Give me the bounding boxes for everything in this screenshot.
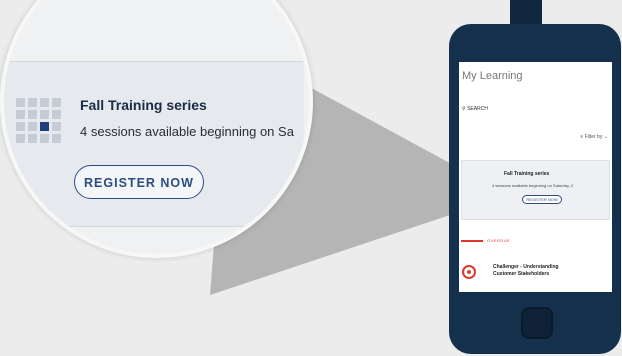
filter-dropdown[interactable]: ≡ Filter by ⌄ xyxy=(580,134,608,140)
course-title[interactable]: Challenger - Understanding Customer Stak… xyxy=(493,264,583,278)
magnifier-lens: Fall Training series 4 sessions availabl… xyxy=(0,0,313,258)
card-subtitle-mini: 4 sessions available beginning on Saturd… xyxy=(492,183,574,188)
search-label: SEARCH xyxy=(467,106,488,112)
chevron-down-icon: ⌄ xyxy=(602,134,608,140)
training-card: Fall Training series 4 sessions availabl… xyxy=(4,61,304,227)
filter-label: Filter by xyxy=(584,134,603,140)
calendar-icon xyxy=(16,98,61,143)
overdue-label: OVERDUE xyxy=(487,238,511,243)
phone-screen: My Learning ⚲ SEARCH ≡ Filter by ⌄ Fall … xyxy=(459,62,612,292)
card-title: Fall Training series xyxy=(80,97,207,113)
training-card-mini: Fall Training series 4 sessions availabl… xyxy=(461,160,610,220)
card-title-mini: Fall Training series xyxy=(504,171,550,177)
register-now-button-mini[interactable]: REGISTER NOW xyxy=(522,195,562,204)
section-divider xyxy=(461,240,483,242)
course-icon xyxy=(462,265,476,279)
home-button[interactable] xyxy=(521,307,553,339)
card-subtitle: 4 sessions available beginning on Sa xyxy=(80,124,294,139)
phone-strap xyxy=(510,0,542,26)
search-link[interactable]: ⚲ SEARCH xyxy=(462,106,488,112)
page-title: My Learning xyxy=(462,70,523,82)
register-now-button[interactable]: REGISTER NOW xyxy=(74,165,204,199)
